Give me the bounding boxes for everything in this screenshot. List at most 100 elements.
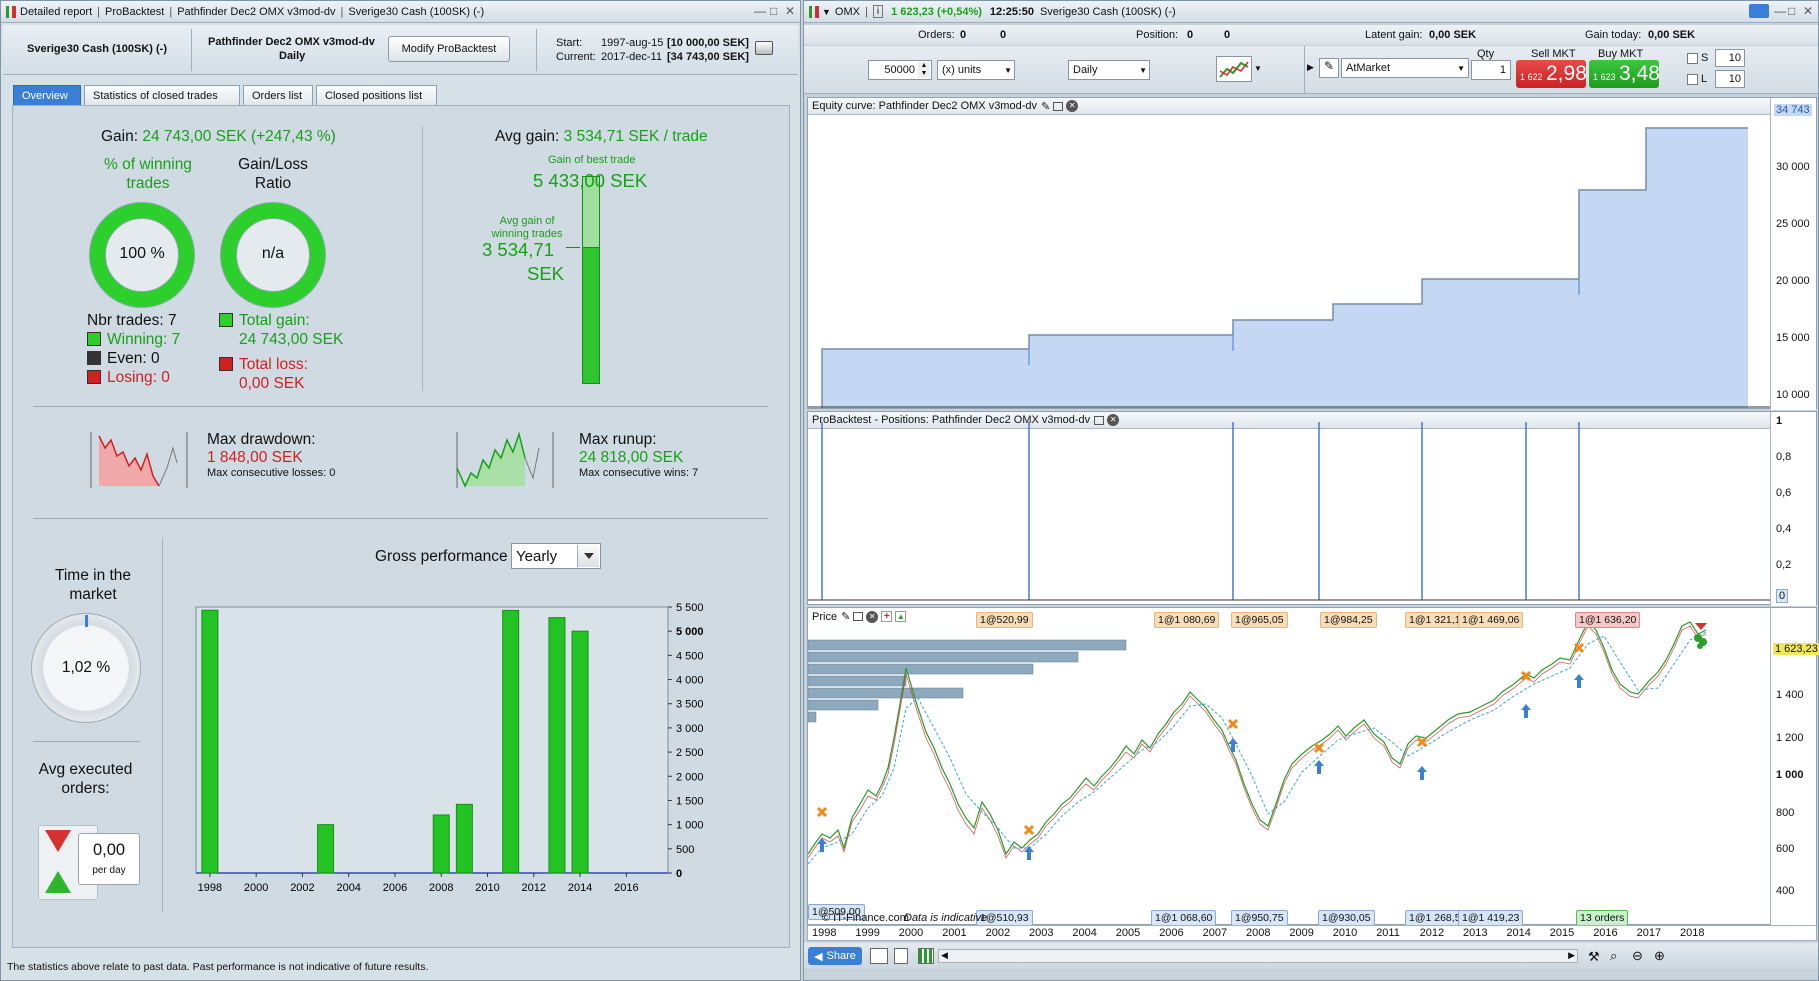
chart-close-icon[interactable]: ✕ [1803, 4, 1813, 18]
x-tick-label: 2008 [429, 882, 453, 894]
price-tick-1000: 1 000 [1776, 769, 1804, 781]
gross-perf-dropdown-icon[interactable] [577, 545, 599, 567]
chart-type-dropdown-icon[interactable]: ▼ [1254, 64, 1262, 73]
winning-row: Winning: 7 [87, 330, 180, 349]
title-item-system[interactable]: Pathfinder Dec2 OMX v3mod-dv [177, 6, 335, 18]
units-dropdown-icon[interactable]: ▼ [1004, 66, 1012, 75]
order-type-dropdown-icon[interactable]: ▼ [1457, 64, 1465, 73]
zoom-out-icon[interactable]: ⊖ [1632, 948, 1643, 964]
zoom-reset-icon[interactable]: ⌕ [1610, 948, 1617, 964]
tab-closed-positions-list[interactable]: Closed positions list [316, 85, 437, 105]
trade-tag-top-4[interactable]: 1@984,25 [1320, 612, 1377, 628]
period-dropdown-icon[interactable]: ▼ [1139, 66, 1147, 75]
year-label: 2000 [898, 927, 924, 939]
sell-button[interactable]: 1 622 2,98 [1516, 60, 1587, 88]
share-button[interactable]: ◀ Share [808, 947, 862, 965]
table-icon[interactable] [894, 948, 908, 964]
horizontal-scrollbar[interactable]: ◀ ▶ [938, 949, 1578, 963]
units-qty-input[interactable]: 50000 ▲ ▼ [868, 60, 932, 80]
chart-bar-2009 [455, 803, 473, 874]
title-item-probacktest[interactable]: ProBacktest [105, 6, 164, 18]
stop-checkbox[interactable] [1687, 53, 1698, 64]
order-panel-expand-icon[interactable]: ▶ [1307, 62, 1314, 73]
layout-icon[interactable] [1749, 4, 1769, 18]
stop-input[interactable]: 10 [1715, 49, 1745, 67]
chart-type-icon[interactable] [1216, 56, 1252, 82]
chart-toolbar: 50000 ▲ ▼ (x) units ▼ Daily ▼ ▼ ▶ ✎ AtMar… [804, 46, 1818, 94]
position-value-2: 0 [1224, 29, 1231, 41]
orders-badge[interactable]: 13 orders [1576, 910, 1629, 926]
units-spinner-icon[interactable]: ▲ ▼ [918, 62, 930, 78]
gross-perf-period: Yearly [516, 548, 558, 565]
gross-perf-select[interactable]: Yearly [511, 543, 601, 569]
title-item-detailed-report[interactable]: Detailed report [20, 6, 92, 18]
chart-symbol[interactable]: OMX [835, 6, 860, 18]
wrench-icon[interactable]: ✎ [1319, 58, 1339, 78]
order-type-select[interactable]: AtMarket ▼ [1341, 58, 1469, 78]
gross-perf-label: Gross performance [375, 548, 508, 565]
trade-tag-bottom-3[interactable]: 1@950,75 [1231, 910, 1288, 926]
buy-button[interactable]: 1 623 3,48 [1589, 60, 1660, 88]
chart-maximize-icon[interactable]: □ [1788, 4, 1795, 18]
x-tick-label: 2016 [614, 882, 638, 894]
title-item-instrument[interactable]: Sverige30 Cash (100SK) (-) [348, 6, 484, 18]
scroll-right-icon[interactable]: ▶ [1568, 950, 1575, 961]
trade-tag-top-red[interactable]: 1@1 636,20 [1575, 612, 1641, 628]
trade-tag-top-2[interactable]: 1@1 080,69 [1154, 612, 1220, 628]
drawing-tools-icon[interactable]: ⚒ [1588, 949, 1600, 965]
runup-sparkline [456, 431, 554, 488]
tab-orders-list[interactable]: Orders list [243, 85, 313, 105]
equity-window-icon[interactable] [1053, 101, 1064, 111]
equity-settings-icon[interactable]: ✎ [1041, 100, 1050, 113]
limit-checkbox[interactable] [1687, 74, 1698, 85]
header-instrument: Sverige30 Cash (100SK) (-) [27, 43, 167, 55]
y-tick-label: 5 500 [676, 602, 704, 614]
time-in-market-value: 1,02 % [61, 659, 111, 676]
equity-tick-10000: 10 000 [1776, 389, 1810, 401]
year-label: 2002 [985, 927, 1011, 939]
close-icon[interactable]: ✕ [785, 4, 795, 18]
equity-close-icon[interactable]: ✕ [1066, 100, 1079, 112]
chart-titlebar: ▼ OMX | i 1 623,23 (+0,54%) 12:25:50 Sver… [804, 1, 1818, 23]
order-type-value: AtMarket [1346, 62, 1391, 74]
nbr-trades: Nbr trades: 7 [87, 312, 177, 329]
zoom-in-icon[interactable]: ⊕ [1654, 948, 1665, 964]
avg-orders-unit: per day [92, 865, 126, 876]
symbol-dropdown-icon[interactable]: ▼ [822, 7, 831, 17]
losing-row: Losing: 0 [87, 368, 180, 387]
info-icon[interactable]: i [872, 5, 884, 18]
indicators-icon[interactable] [870, 948, 888, 964]
avg-winning-unit: SEK [527, 263, 565, 284]
buy-small-price: 1 623 [1593, 72, 1616, 82]
grid-icon[interactable] [918, 948, 934, 964]
report-titlebar: Detailed report | ProBacktest | Pathfinder… [1, 1, 800, 23]
tab-statistics-closed-trades[interactable]: Statistics of closed trades [84, 85, 240, 105]
trade-tag-top-3[interactable]: 1@965,05 [1231, 612, 1288, 628]
trade-tag-top-1[interactable]: 1@520,99 [976, 612, 1033, 628]
minimize-icon[interactable]: — [754, 4, 766, 18]
equity-last-value: 34 743 [1774, 104, 1812, 116]
tab-overview[interactable]: Overview [13, 85, 81, 105]
scroll-left-icon[interactable]: ◀ [941, 950, 948, 961]
trade-tag-bottom-2[interactable]: 1@1 068,60 [1151, 910, 1217, 926]
print-icon[interactable] [755, 41, 773, 55]
positions-tick-04: 0,4 [1776, 523, 1792, 535]
period-select[interactable]: Daily ▼ [1068, 60, 1150, 80]
x-tick-label: 2012 [522, 882, 546, 894]
losing-count: Losing: 0 [107, 369, 170, 386]
y-tick-label: 4 500 [676, 650, 704, 662]
trade-tag-top-6[interactable]: 1@1 469,06 [1458, 612, 1524, 628]
indicative-note: Data is indicative [904, 912, 988, 924]
qty-value: 1 [1499, 64, 1506, 76]
position-value: 0 [1187, 29, 1194, 41]
trade-tag-bottom-6[interactable]: 1@1 419,23 [1458, 910, 1524, 926]
limit-input[interactable]: 10 [1715, 70, 1745, 88]
maximize-icon[interactable]: □ [770, 4, 777, 18]
chart-minimize-icon[interactable]: — [1774, 4, 1786, 18]
drawdown-sparkline [90, 432, 188, 488]
modify-probacktest-button[interactable]: Modify ProBacktest [388, 36, 510, 62]
qty-input[interactable]: 1 [1471, 60, 1511, 80]
trade-tag-bottom-4[interactable]: 1@930,05 [1318, 910, 1375, 926]
share-icon: ◀ [814, 950, 823, 963]
units-select[interactable]: (x) units ▼ [937, 60, 1015, 80]
